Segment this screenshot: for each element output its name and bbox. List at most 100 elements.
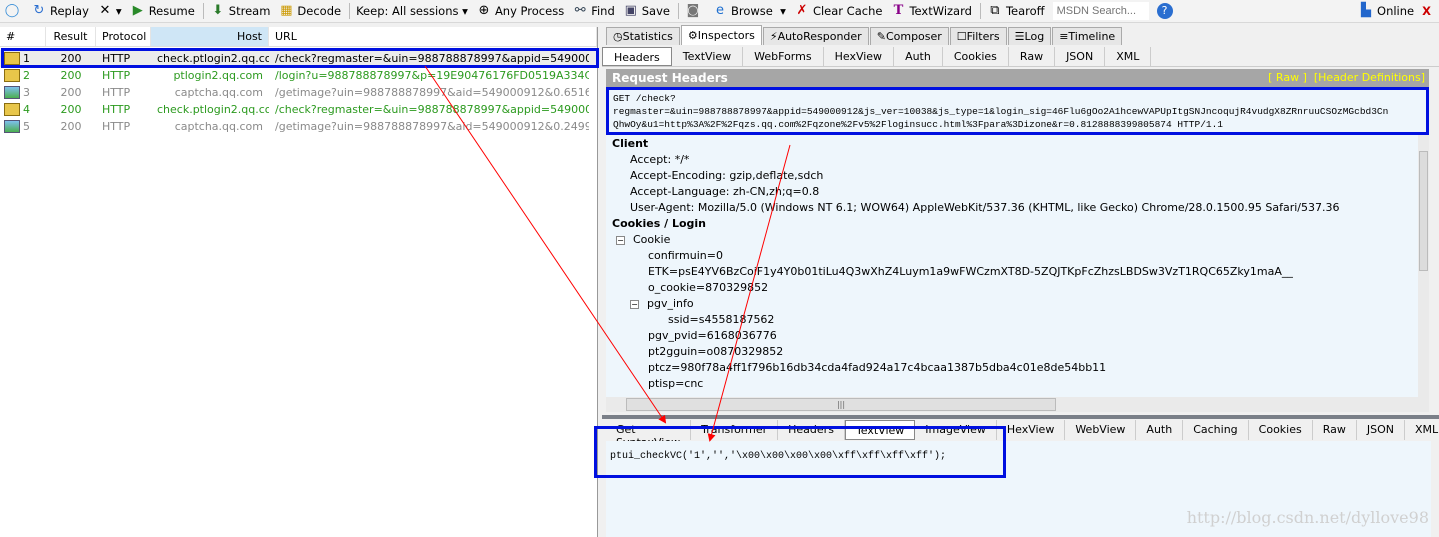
header-definitions-link[interactable]: [Header Definitions] xyxy=(1314,71,1425,84)
request-tab-json[interactable]: JSON xyxy=(1055,47,1106,66)
response-tab-transformer[interactable]: Transformer xyxy=(691,420,779,440)
header-group-cookies: Cookies / Login xyxy=(612,216,1412,232)
tearoff-icon: ⧉ xyxy=(990,3,1000,18)
tab-autoresponder[interactable]: ⚡ AutoResponder xyxy=(762,27,869,45)
session-row[interactable]: 2 200 HTTP ptlogin2.qq.com/login?u=98878887… xyxy=(0,67,597,84)
checkbox-icon: ☐ xyxy=(956,30,967,43)
response-tab-imageview[interactable]: ImageView xyxy=(915,420,997,440)
cookie-node[interactable]: − Cookie xyxy=(612,232,1412,248)
tab-label: Log xyxy=(1024,30,1045,43)
clear-cache-button[interactable]: ✗ Clear Cache xyxy=(794,3,883,19)
help-icon: ? xyxy=(1156,3,1173,19)
javascript-file-icon xyxy=(4,103,20,116)
scroll-thumb[interactable]: ||| xyxy=(626,398,1056,411)
vertical-scrollbar[interactable] xyxy=(1418,135,1429,397)
remove-button[interactable]: ✕ ▾ xyxy=(97,3,121,19)
response-tab-xml[interactable]: XML xyxy=(1405,420,1439,440)
session-protocol: HTTP xyxy=(102,103,131,116)
response-tab-webview[interactable]: WebView xyxy=(1065,420,1137,440)
session-url: /check?regmaster=&uin=988788878997&appid… xyxy=(275,52,589,65)
close-button[interactable]: X xyxy=(1422,4,1431,18)
tab-inspectors[interactable]: ⚙ Inspectors xyxy=(680,25,762,45)
play-icon: ▶ xyxy=(132,3,143,18)
inspector-pane: ◷ Statistics ⚙ Inspectors ⚡ AutoResponder ✎… xyxy=(602,25,1439,537)
request-tab-textview[interactable]: TextView xyxy=(672,47,744,66)
horizontal-scrollbar[interactable]: ||| xyxy=(606,397,1429,412)
cookie-item: o_cookie=870329852 xyxy=(612,280,1412,296)
tab-composer[interactable]: ✎ Composer xyxy=(869,27,949,45)
response-tab-textview[interactable]: TextView xyxy=(844,420,916,440)
resume-button[interactable]: ▶ Resume xyxy=(130,3,195,19)
session-row[interactable]: 1 200 HTTP check.ptlogin2.qq.com/check?regm… xyxy=(0,50,597,67)
image-file-icon xyxy=(4,120,20,133)
tab-timeline[interactable]: ≡ Timeline xyxy=(1052,27,1123,45)
session-url: /check?regmaster=&uin=988788878997&appid… xyxy=(275,103,589,116)
response-tab-get-syntaxview[interactable]: Get SyntaxView xyxy=(606,420,692,449)
find-button[interactable]: ⚯ Find xyxy=(572,3,615,19)
textwizard-button[interactable]: T TextWizard xyxy=(890,3,972,19)
network-icon: ▙ xyxy=(1361,3,1372,18)
col-host[interactable]: Host xyxy=(151,27,269,46)
decode-button[interactable]: ▦ Decode xyxy=(278,3,341,19)
session-number: 3 xyxy=(0,86,46,99)
header-group-client: Client xyxy=(612,136,1412,152)
request-tab-raw[interactable]: Raw xyxy=(1009,47,1056,66)
response-tab-raw[interactable]: Raw xyxy=(1313,420,1357,440)
cookie-item-text: ptisp=cnc xyxy=(648,377,704,390)
tab-label: Filters xyxy=(966,30,1000,43)
response-tab-json[interactable]: JSON xyxy=(1357,420,1405,440)
comment-button[interactable]: ◯ xyxy=(4,3,23,19)
replay-button[interactable]: ↻ Replay xyxy=(31,3,89,19)
header-group-cookies-text: Cookies / Login xyxy=(612,217,706,230)
response-tab-auth[interactable]: Auth xyxy=(1136,420,1184,440)
response-tab-headers[interactable]: Headers xyxy=(778,420,845,440)
tearoff-button[interactable]: ⧉ Tearoff xyxy=(987,3,1044,19)
image-file-icon xyxy=(4,86,20,99)
tab-filters[interactable]: ☐ Filters xyxy=(949,27,1007,45)
header-item: User-Agent: Mozilla/5.0 (Windows NT 6.1;… xyxy=(612,200,1412,216)
online-indicator[interactable]: ▙ Online xyxy=(1358,3,1414,19)
request-tab-auth[interactable]: Auth xyxy=(894,47,943,66)
tab-label: AutoResponder xyxy=(777,30,862,43)
request-tab-webforms[interactable]: WebForms xyxy=(743,47,824,66)
session-protocol: HTTP xyxy=(102,69,131,82)
tab-statistics[interactable]: ◷ Statistics xyxy=(606,27,680,45)
session-number: 4 xyxy=(0,103,46,116)
screenshot-button[interactable]: ◙ xyxy=(685,3,704,19)
header-item-text: Accept-Language: zh-CN,zh;q=0.8 xyxy=(630,185,820,198)
tab-log[interactable]: ☰ Log xyxy=(1007,27,1052,45)
response-tab-caching[interactable]: Caching xyxy=(1183,420,1249,440)
browse-button[interactable]: e Browse ▾ xyxy=(712,3,786,19)
response-tab-hexview[interactable]: HexView xyxy=(997,420,1066,440)
col-url[interactable]: URL xyxy=(269,27,597,46)
col-protocol[interactable]: Protocol xyxy=(96,27,151,46)
clear-cache-icon: ✗ xyxy=(796,3,808,18)
col-number[interactable]: # xyxy=(0,27,46,46)
request-tab-headers[interactable]: Headers xyxy=(602,47,672,66)
session-host: check.ptlogin2.qq.com xyxy=(157,103,269,116)
pgv-info-node[interactable]: − pgv_info xyxy=(612,296,1412,312)
inspectors-icon: ⚙ xyxy=(687,29,698,42)
msdn-search-input[interactable] xyxy=(1052,2,1149,20)
save-button[interactable]: ▣ Save xyxy=(623,3,670,19)
help-button[interactable]: ? xyxy=(1156,3,1176,19)
scroll-thumb[interactable] xyxy=(1419,151,1428,271)
pane-splitter[interactable] xyxy=(602,415,1439,419)
response-tab-cookies[interactable]: Cookies xyxy=(1249,420,1313,440)
cookie-item-text: ssid=s4558187562 xyxy=(668,313,775,326)
keep-sessions-dropdown[interactable]: Keep: All sessions ▾ xyxy=(356,4,468,18)
any-process-button[interactable]: ⊕ Any Process xyxy=(476,3,564,19)
session-row[interactable]: 4 200 HTTP check.ptlogin2.qq.com/check?regm… xyxy=(0,101,597,118)
col-result[interactable]: Result xyxy=(46,27,96,46)
request-tab-xml[interactable]: XML xyxy=(1105,47,1152,66)
raw-link[interactable]: [ Raw ] xyxy=(1268,71,1307,84)
request-tab-hexview[interactable]: HexView xyxy=(824,47,895,66)
browser-icon: e xyxy=(715,3,724,18)
request-line-box[interactable]: GET /check? regmaster=&uin=988788878997&a… xyxy=(606,87,1429,135)
collapse-toggle-icon[interactable]: − xyxy=(616,235,625,245)
stream-button[interactable]: ⬇ Stream xyxy=(210,3,270,19)
request-tab-cookies[interactable]: Cookies xyxy=(943,47,1009,66)
session-row[interactable]: 3 200 HTTP captcha.qq.com/getimage?uin=9887… xyxy=(0,84,597,101)
session-row[interactable]: 5 200 HTTP captcha.qq.com/getimage?uin=9887… xyxy=(0,118,597,135)
collapse-toggle-icon[interactable]: − xyxy=(630,299,639,309)
